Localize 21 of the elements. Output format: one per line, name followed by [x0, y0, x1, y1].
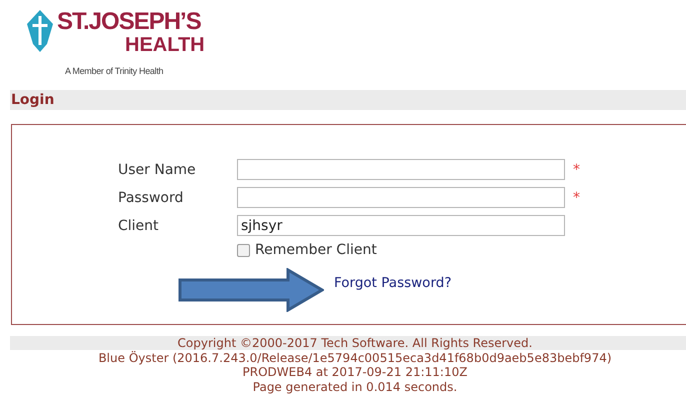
- required-mark: *: [572, 190, 581, 206]
- footer-text: PRODWEB4 at 2017-09-21 21:11:10Z: [242, 365, 468, 380]
- input-field[interactable]: [237, 159, 565, 180]
- logo-name: ST.JOSEPH’S: [57, 10, 201, 34]
- field-label: Client: [118, 218, 160, 234]
- footer-text: Blue Öyster (2016.7.243.0/Release/1e5794c00515eca3d41f68b0d9aeb5e83bebf974): [98, 350, 612, 365]
- logo-subtitle: HEALTH: [125, 34, 205, 56]
- required-mark: *: [572, 162, 581, 178]
- footer-text: Page generated in 0.014 seconds.: [252, 380, 458, 394]
- arrow-icon: [178, 268, 324, 312]
- checkbox-label: Remember Client: [255, 242, 377, 258]
- checkbox[interactable]: [237, 244, 250, 256]
- forgot-password-link[interactable]: Forgot Password?: [334, 275, 452, 291]
- section-title: Login: [10, 92, 54, 108]
- field-label: User Name: [118, 162, 197, 178]
- input-field[interactable]: sjhsyr: [237, 215, 565, 236]
- input-field[interactable]: [237, 187, 565, 208]
- footer-text: Copyright ©2000-2017 Tech Software. All Rights Reserved.: [178, 336, 532, 350]
- cross-logo-icon: [27, 10, 53, 52]
- logo-tagline: A Member of Trinity Health: [65, 66, 164, 76]
- field-label: Password: [118, 190, 184, 206]
